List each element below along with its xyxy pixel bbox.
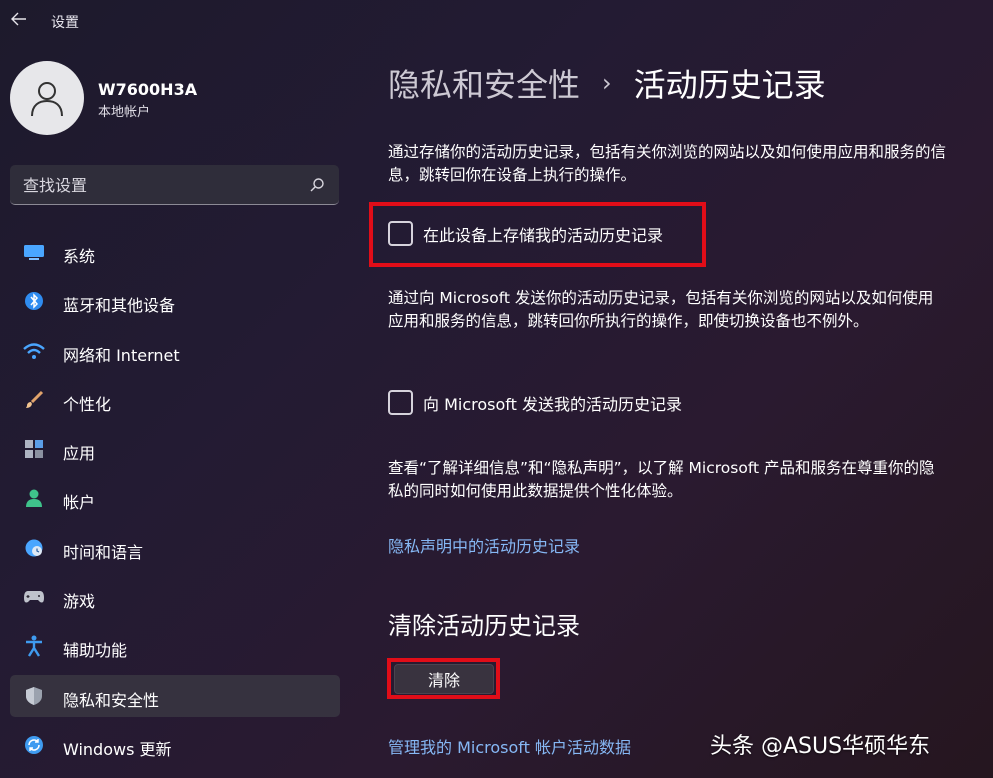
sidebar-item-label: 系统 (63, 247, 96, 266)
sidebar-item-label: 隐私和安全性 (63, 690, 160, 710)
sidebar-item-windows-update[interactable]: Windows 更新 (10, 724, 340, 766)
privacy-statement-link[interactable]: 隐私声明中的活动历史记录 (388, 533, 580, 557)
wifi-icon (23, 341, 45, 361)
search-icon[interactable] (309, 177, 325, 193)
sidebar-item-personalization[interactable]: 个性化 (10, 379, 340, 421)
accessibility-icon (23, 635, 45, 658)
sidebar-item-time-language[interactable]: 时间和语言 (10, 527, 340, 569)
red-highlight-box (387, 658, 500, 699)
sidebar-item-label: 时间和语言 (63, 542, 144, 562)
title-bar: 设置 (0, 0, 993, 40)
send-history-checkbox-label[interactable]: 向 Microsoft 发送我的活动历史记录 (423, 391, 682, 415)
store-history-description: 通过存储你的活动历史记录，包括有关你浏览的网站以及如何使用应用和服务的信息，跳转… (388, 143, 947, 184)
clock-globe-icon (23, 538, 45, 558)
clear-history-heading: 清除活动历史记录 (388, 612, 580, 640)
avatar[interactable] (10, 61, 84, 135)
search-box[interactable] (10, 165, 339, 205)
gamepad-icon (23, 587, 45, 607)
sidebar-item-system[interactable]: 系统 (10, 231, 340, 273)
app-title: 设置 (51, 15, 79, 31)
breadcrumb-parent-link[interactable]: 隐私和安全性 (388, 60, 580, 106)
sidebar-item-gaming[interactable]: 游戏 (10, 576, 340, 618)
person-icon (31, 82, 63, 117)
back-arrow-icon (11, 12, 26, 26)
sidebar-item-label: 网络和 Internet (63, 345, 180, 365)
send-history-description: 通过向 Microsoft 发送你的活动历史记录，包括有关你浏览的网站以及如何使… (388, 289, 934, 330)
manage-account-activity-link[interactable]: 管理我的 Microsoft 帐户活动数据 (388, 734, 631, 758)
sidebar-item-label: 应用 (63, 444, 96, 464)
sidebar-item-network[interactable]: 网络和 Internet (10, 330, 340, 372)
sidebar-item-bluetooth[interactable]: 蓝牙和其他设备 (10, 280, 340, 322)
sidebar-item-label: 游戏 (63, 592, 96, 612)
breadcrumb-separator: › (602, 69, 612, 97)
page-title: 活动历史记录 (633, 66, 826, 104)
send-history-checkbox-row[interactable]: 向 Microsoft 发送我的活动历史记录 (388, 390, 682, 415)
system-display-icon (23, 242, 45, 262)
account-type: 本地帐户 (98, 105, 151, 120)
bluetooth-icon (23, 291, 45, 311)
sidebar-item-label: 蓝牙和其他设备 (63, 296, 176, 316)
sidebar-item-label: 帐户 (63, 493, 96, 513)
brush-icon (23, 390, 45, 410)
back-button[interactable] (8, 8, 30, 30)
apps-icon (23, 439, 45, 459)
user-name: W7600H3A (98, 80, 198, 99)
sidebar-item-accessibility[interactable]: 辅助功能 (10, 625, 340, 667)
update-icon (23, 735, 45, 755)
person-icon (23, 488, 45, 508)
watermark: 头条 @ASUS华硕华东 (710, 734, 931, 759)
sidebar-item-label: Windows 更新 (63, 739, 172, 759)
sidebar-item-accounts[interactable]: 帐户 (10, 477, 340, 519)
sidebar-item-apps[interactable]: 应用 (10, 428, 340, 470)
breadcrumb: 隐私和安全性 › 活动历史记录 (388, 60, 826, 106)
search-input[interactable] (23, 174, 293, 196)
red-highlight-box (369, 202, 706, 267)
sidebar-nav: 系统 蓝牙和其他设备 网络和 Internet 个性化 应用 帐户 时间和语言 … (10, 231, 340, 773)
sidebar-item-label: 个性化 (63, 394, 112, 414)
privacy-info-text: 查看“了解详细信息”和“隐私声明”，以了解 Microsoft 产品和服务在尊重… (388, 459, 935, 500)
shield-icon (23, 686, 45, 706)
sidebar-item-privacy-security[interactable]: 隐私和安全性 (10, 674, 340, 717)
send-history-checkbox[interactable] (388, 390, 413, 415)
sidebar-item-label: 辅助功能 (63, 641, 128, 661)
